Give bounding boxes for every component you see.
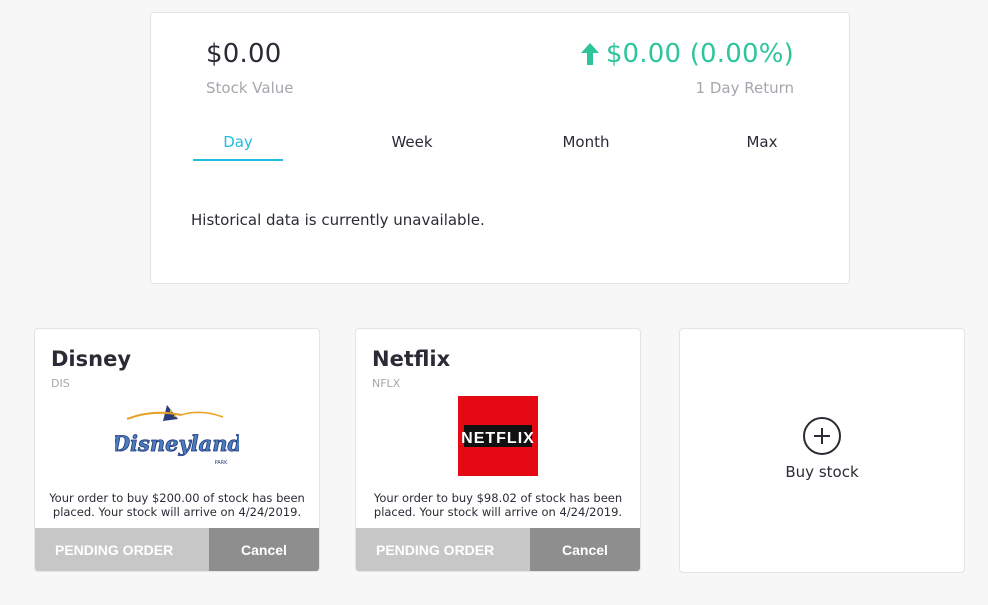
buy-stock-card[interactable]: Buy stock [679,328,965,573]
range-tabs: Day Week Month Max [193,131,807,163]
stock-logo: Disneyland PARK [35,391,319,481]
order-message: Your order to buy $200.00 of stock has b… [49,491,305,519]
pending-order-button[interactable]: PENDING ORDER [356,528,530,571]
order-message: Your order to buy $98.02 of stock has be… [373,491,623,519]
disneyland-logo: Disneyland PARK [115,405,239,466]
stock-card-disney[interactable]: Disney DIS Disneyland PARK Your order to… [34,328,320,572]
day-return-value: $0.00 (0.00%) [605,39,794,69]
stock-logo: NETFLIX [356,391,640,481]
buy-stock-label: Buy stock [785,463,859,481]
portfolio-summary-card: $0.00 Stock Value $0.00 (0.00%) 1 Day Re… [150,12,850,284]
day-return-label: 1 Day Return [695,79,794,97]
pending-order-button[interactable]: PENDING ORDER [35,528,209,571]
netflix-logo: NETFLIX [458,396,538,476]
tab-month[interactable]: Month [541,131,631,161]
order-actions: PENDING ORDER Cancel [35,528,319,571]
stock-name: Netflix [372,347,451,371]
tab-day[interactable]: Day [193,131,283,161]
tab-max[interactable]: Max [717,131,807,161]
order-actions: PENDING ORDER Cancel [356,528,640,571]
stock-ticker: NFLX [372,377,401,390]
tab-week[interactable]: Week [367,131,457,161]
cancel-button[interactable]: Cancel [209,528,319,571]
plus-icon [814,428,830,444]
netflix-logo-text: NETFLIX [461,430,535,447]
stock-name: Disney [51,347,132,371]
plus-circle-icon[interactable] [803,417,841,455]
disneyland-logo-subtext: PARK [215,460,229,466]
historical-data-message: Historical data is currently unavailable… [191,211,485,229]
stock-ticker: DIS [51,377,70,390]
disneyland-logo-text: Disneyland [115,431,239,456]
stock-card-netflix[interactable]: Netflix NFLX NETFLIX Your order to buy $… [355,328,641,572]
day-return: $0.00 (0.00%) [580,39,794,69]
stock-value-label: Stock Value [206,79,294,97]
arrow-up-icon [580,43,599,65]
stock-value: $0.00 [206,39,282,69]
cancel-button[interactable]: Cancel [530,528,640,571]
